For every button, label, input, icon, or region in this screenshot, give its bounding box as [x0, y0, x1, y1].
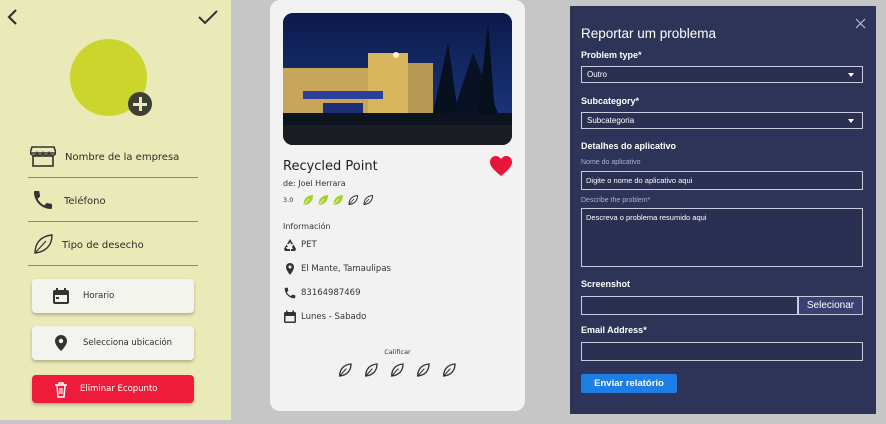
place-photo: [283, 13, 512, 145]
phone-icon: [284, 287, 296, 299]
subcategory-label: Subcategory*: [581, 96, 640, 106]
waste-type-label: Tipo de desecho: [62, 240, 144, 251]
back-arrow-icon[interactable]: [5, 8, 19, 26]
schedule-button-label: Horario: [83, 291, 115, 301]
company-name-field[interactable]: Nombre de la empresa: [28, 140, 198, 178]
app-details-label: Detalhes do aplicativo: [581, 141, 677, 151]
app-name-input[interactable]: Digite o nome do aplicativo aqui: [581, 171, 863, 190]
recycling-point-card: Recycled Point de: Joel Herrara 3.0 Info…: [270, 0, 525, 411]
schedule-button[interactable]: Horario: [32, 279, 194, 313]
subcategory-value: Subcategoria: [587, 116, 635, 125]
waste-type-field[interactable]: Tipo de desecho: [28, 228, 198, 266]
leaf-icon: [34, 234, 53, 254]
email-label: Email Address*: [581, 325, 647, 335]
info-location-text: El Mante, Tamaulipas: [301, 264, 391, 274]
filled-leaf-icon: [303, 194, 314, 206]
rating-value: 3.0: [283, 196, 294, 204]
company-name-label: Nombre de la empresa: [65, 152, 180, 163]
trash-icon: [55, 382, 67, 398]
delete-ecopoint-button[interactable]: Eliminar Ecopunto: [32, 375, 194, 403]
rate-leaf-icon[interactable]: [363, 362, 379, 378]
phone-label: Teléfono: [64, 196, 106, 207]
problem-type-value: Outro: [587, 70, 608, 79]
problem-type-label: Problem type*: [581, 50, 642, 60]
location-pin-icon: [55, 335, 67, 351]
rate-label: Calificar: [384, 348, 411, 356]
location-pin-icon: [286, 263, 294, 275]
recycle-icon: [284, 239, 296, 251]
checkmark-icon[interactable]: [197, 9, 219, 25]
app-name-value: Digite o nome do aplicativo aqui: [586, 176, 693, 185]
phone-field[interactable]: Teléfono: [28, 184, 198, 222]
rate-leaf-icon[interactable]: [337, 362, 353, 378]
select-location-button[interactable]: Selecciona ubicación: [32, 326, 194, 360]
describe-textarea[interactable]: Descreva o problema resumido aqui: [581, 208, 863, 267]
storefront-icon: [30, 146, 56, 167]
add-photo-icon[interactable]: [128, 92, 152, 116]
info-waste-type-text: PET: [301, 240, 317, 250]
filled-leaf-icon: [333, 194, 344, 206]
business-profile-form: Nombre de la empresa Teléfono Tipo de de…: [0, 0, 231, 420]
place-title: Recycled Point: [283, 159, 378, 174]
report-problem-dialog: Reportar um problema Problem type* Outro…: [570, 6, 876, 414]
describe-label: Describe the problem*: [581, 197, 651, 204]
rate-leaf-icon[interactable]: [389, 362, 405, 378]
screenshot-label: Screenshot: [581, 279, 631, 289]
delete-ecopoint-label: Eliminar Ecopunto: [80, 384, 158, 394]
chevron-down-icon: [848, 119, 854, 123]
chevron-down-icon: [848, 73, 854, 77]
describe-value: Descreva o problema resumido aqui: [586, 213, 707, 222]
select-file-button[interactable]: Selecionar: [798, 296, 863, 315]
email-input[interactable]: [581, 342, 863, 361]
info-schedule-text: Lunes - Sabado: [301, 312, 367, 322]
empty-leaf-icon: [363, 194, 374, 206]
place-author: de: Joel Herrara: [283, 179, 346, 188]
submit-report-button[interactable]: Enviar relatório: [581, 374, 677, 393]
rate-leaf-icon[interactable]: [441, 362, 457, 378]
select-location-label: Selecciona ubicación: [83, 338, 173, 348]
rate-leaf-icon[interactable]: [415, 362, 431, 378]
phone-icon: [34, 191, 52, 209]
close-icon[interactable]: [855, 18, 866, 29]
app-name-label: Nome do aplicativo: [581, 159, 641, 166]
problem-type-select[interactable]: Outro: [581, 66, 863, 83]
calendar-icon: [53, 288, 69, 304]
dialog-title: Reportar um problema: [581, 26, 717, 41]
empty-leaf-icon: [348, 194, 359, 206]
screenshot-file-input[interactable]: [581, 296, 798, 315]
info-phone-text: 83164987469: [301, 288, 361, 298]
info-section-title: Información: [283, 222, 331, 231]
calendar-icon: [284, 310, 296, 323]
subcategory-select[interactable]: Subcategoria: [581, 112, 863, 129]
filled-leaf-icon: [318, 194, 329, 206]
favorite-heart-icon[interactable]: [489, 155, 513, 177]
